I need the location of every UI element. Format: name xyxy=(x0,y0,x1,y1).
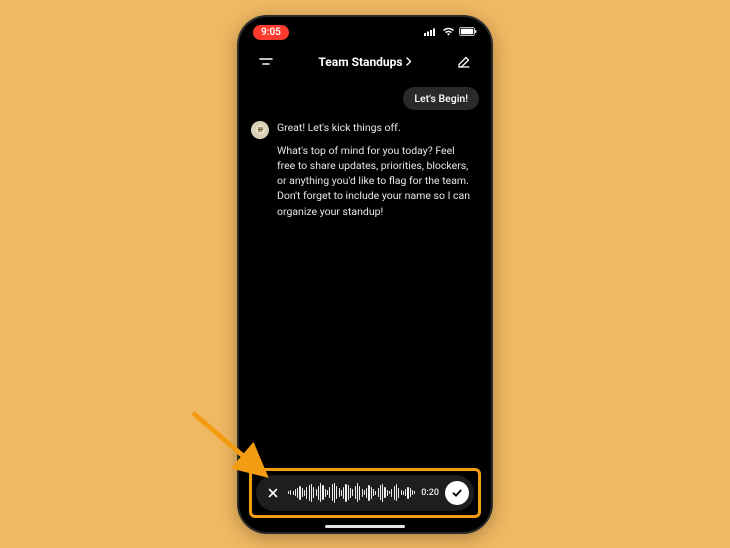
annotation-highlight-box: 0:20 xyxy=(249,468,481,518)
cancel-recording-button[interactable] xyxy=(264,484,282,502)
bot-message-body: What's top of mind for you today? Feel f… xyxy=(277,143,472,219)
recording-time-pill[interactable]: 9:05 xyxy=(253,25,289,40)
user-message-row: Let's Begin! xyxy=(251,87,479,110)
voice-recording-bar: 0:20 xyxy=(256,475,474,511)
nav-bar: Team Standups xyxy=(239,45,491,79)
status-indicators xyxy=(424,27,477,39)
wifi-icon xyxy=(442,27,455,39)
bot-message: Great! Let's kick things off. What's top… xyxy=(277,120,472,227)
bot-message-intro: Great! Let's kick things off. xyxy=(277,120,472,135)
recording-timer: 0:20 xyxy=(421,488,439,498)
user-message-bubble[interactable]: Let's Begin! xyxy=(403,87,479,110)
status-bar: 9:05 xyxy=(239,17,491,45)
cellular-signal-icon xyxy=(424,27,438,39)
menu-button[interactable] xyxy=(255,51,277,73)
send-recording-button[interactable] xyxy=(445,481,469,505)
phone-frame: 9:05 Team Standups Let's Begin! xyxy=(239,17,491,532)
chat-area: Let's Begin! Great! Let's kick things of… xyxy=(239,79,491,235)
voice-input-panel: 0:20 xyxy=(249,468,481,518)
chat-title[interactable]: Team Standups xyxy=(318,55,411,69)
compose-button[interactable] xyxy=(453,51,475,73)
bot-message-row: Great! Let's kick things off. What's top… xyxy=(251,120,479,227)
check-icon xyxy=(451,487,463,499)
bot-avatar xyxy=(251,121,269,139)
chevron-right-icon xyxy=(406,57,412,66)
home-indicator[interactable] xyxy=(325,525,405,528)
close-icon xyxy=(268,488,278,498)
chat-title-text: Team Standups xyxy=(318,55,402,69)
battery-icon xyxy=(459,27,477,39)
waveform xyxy=(288,482,415,504)
